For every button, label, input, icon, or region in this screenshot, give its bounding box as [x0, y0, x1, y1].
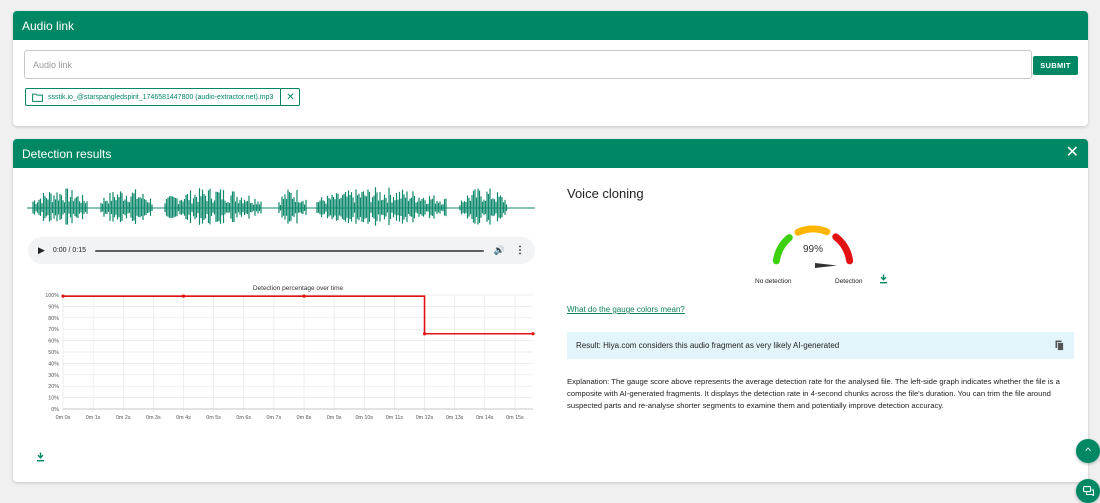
x-tick-label: 0m 12s — [416, 415, 434, 421]
x-tick-label: 0m 3s — [146, 415, 161, 421]
file-chip: ssstik.io_@starspangledspirit_1746581447… — [25, 88, 301, 106]
x-tick-label: 0m 0s — [56, 415, 71, 421]
y-tick-label: 60% — [48, 339, 59, 345]
gauge-arc-green — [772, 234, 793, 265]
data-point[interactable] — [531, 332, 535, 336]
x-tick-label: 0m 1s — [86, 415, 101, 421]
data-point[interactable] — [181, 294, 186, 298]
x-tick-label: 0m 5s — [206, 415, 221, 421]
chat-icon — [1082, 486, 1094, 496]
chevron-up-icon: ^ — [1085, 446, 1091, 456]
gauge-label-left: No detection — [755, 278, 792, 285]
download-icon — [37, 452, 44, 462]
download-icon — [880, 274, 887, 284]
audio-link-card: Audio link SUBMIT ssstik.io_@starspangle… — [13, 11, 1088, 126]
detection-results-card: Detection results ✕ ▶ 0:00 / 0:15 🔊 ⋮ De… — [13, 139, 1088, 482]
download-chart-button[interactable] — [36, 451, 45, 465]
x-tick-label: 0m 9s — [327, 415, 342, 421]
x-tick-label: 0m 4s — [176, 415, 191, 421]
x-tick-label: 0m 15s — [506, 415, 524, 421]
file-chip-label: ssstik.io_@starspangledspirit_1746581447… — [48, 93, 274, 101]
result-text: Result: Hiya.com considers this audio fr… — [576, 341, 840, 350]
more-options-icon[interactable]: ⋮ — [515, 245, 525, 256]
download-gauge-button[interactable] — [879, 273, 888, 287]
audio-player: ▶ 0:00 / 0:15 🔊 ⋮ — [28, 237, 535, 264]
copy-icon[interactable] — [1055, 340, 1064, 353]
chat-button[interactable] — [1076, 479, 1100, 503]
detection-title: Detection results — [22, 146, 112, 161]
scroll-top-button[interactable]: ^ — [1076, 439, 1100, 463]
close-icon[interactable]: ✕ — [1066, 145, 1079, 161]
y-tick-label: 20% — [48, 384, 59, 390]
progress-track[interactable] — [95, 249, 484, 252]
volume-icon[interactable]: 🔊 — [494, 245, 505, 256]
close-icon: ✕ — [286, 91, 295, 103]
y-tick-label: 100% — [45, 293, 59, 299]
x-tick-label: 0m 2s — [116, 415, 131, 421]
player-time: 0:00 / 0:15 — [52, 247, 87, 254]
explanation-text: Explanation: The gauge score above repre… — [567, 377, 1060, 410]
y-tick-label: 10% — [48, 396, 59, 402]
x-tick-label: 0m 14s — [476, 415, 494, 421]
series-line — [63, 295, 533, 335]
y-tick-label: 70% — [48, 327, 59, 333]
audio-link-header: Audio link — [13, 11, 1088, 40]
voice-cloning-title: Voice cloning — [567, 186, 644, 201]
detection-header: Detection results ✕ — [13, 139, 1088, 168]
y-tick-label: 40% — [48, 361, 59, 367]
gauge-needle — [815, 263, 837, 268]
data-point[interactable] — [422, 332, 427, 336]
gauge-colors-link[interactable]: What do the gauge colors mean? — [567, 305, 685, 314]
gauge-arc-orange — [794, 225, 831, 236]
x-tick-label: 0m 13s — [446, 415, 464, 421]
detection-gauge: 99% — [772, 225, 854, 268]
remove-file-button[interactable]: ✕ — [280, 89, 299, 105]
submit-button[interactable]: SUBMIT — [1033, 56, 1078, 75]
x-tick-label: 0m 6s — [236, 415, 251, 421]
y-tick-label: 0% — [51, 407, 59, 413]
audio-link-title: Audio link — [22, 18, 75, 33]
gauge-value: 99% — [803, 244, 823, 255]
x-tick-label: 0m 10s — [355, 415, 373, 421]
audio-waveform[interactable] — [27, 184, 535, 232]
y-tick-label: 80% — [48, 316, 59, 322]
data-point[interactable] — [302, 294, 306, 298]
x-tick-label: 0m 8s — [297, 415, 312, 421]
detection-chart: Detection percentage over time 0% 10% 20% 30… — [45, 285, 535, 421]
result-box: Result: Hiya.com considers this audio fr… — [567, 332, 1074, 359]
y-tick-label: 30% — [48, 373, 59, 379]
y-tick-label: 50% — [48, 350, 59, 356]
folder-icon — [32, 93, 43, 102]
file-chip-main[interactable]: ssstik.io_@starspangledspirit_1746581447… — [26, 89, 280, 105]
gauge-arc-red — [832, 233, 854, 265]
x-tick-label: 0m 7s — [267, 415, 282, 421]
audio-link-input[interactable] — [24, 50, 1032, 79]
y-tick-label: 90% — [48, 304, 59, 310]
x-tick-label: 0m 11s — [386, 415, 404, 421]
play-icon[interactable]: ▶ — [38, 245, 45, 256]
chart-title: Detection percentage over time — [253, 285, 344, 292]
data-point[interactable] — [61, 294, 65, 298]
gauge-label-right: Detection — [835, 278, 863, 285]
